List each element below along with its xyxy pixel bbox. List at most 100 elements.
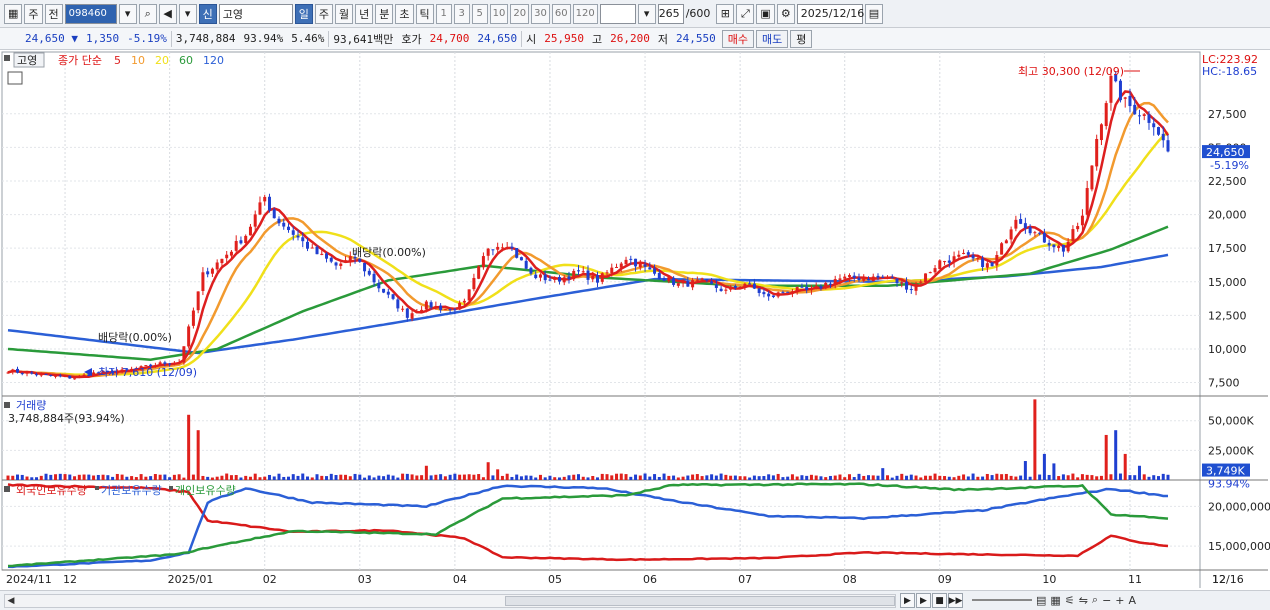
volume-bar bbox=[1066, 475, 1070, 480]
volume-bar bbox=[96, 474, 100, 480]
layout-icon[interactable]: ▤ bbox=[1036, 594, 1046, 607]
candle-body bbox=[866, 279, 870, 281]
stop-icon[interactable]: ■ bbox=[932, 593, 947, 608]
zoom-slider[interactable] bbox=[972, 599, 1032, 601]
sell-button[interactable]: 매도 bbox=[755, 29, 789, 48]
volume-bar bbox=[1109, 474, 1113, 480]
period-select[interactable]: 주 bbox=[24, 3, 43, 24]
minute-option-20[interactable]: 20 bbox=[510, 3, 530, 24]
candle-body bbox=[424, 301, 428, 310]
candle-body bbox=[847, 275, 851, 277]
date-field[interactable]: 2025/12/16 bbox=[796, 3, 864, 24]
candle-body bbox=[653, 268, 657, 274]
chart-type-icon[interactable]: ▦ bbox=[4, 3, 23, 24]
volume-bar bbox=[852, 477, 856, 480]
tab-second[interactable]: 초 bbox=[395, 3, 414, 24]
prev-button[interactable]: 전 bbox=[44, 3, 63, 24]
search-zoom-icon[interactable]: ⌕ bbox=[1092, 593, 1098, 607]
candle-body bbox=[20, 373, 24, 375]
search-icon[interactable]: ⌕ bbox=[138, 3, 157, 24]
code-dropdown-icon[interactable]: ▾ bbox=[118, 3, 137, 24]
volume-bar bbox=[510, 476, 514, 480]
candle-body bbox=[529, 267, 533, 274]
volume-bar bbox=[505, 473, 509, 480]
volume-bar bbox=[1099, 475, 1103, 480]
volume-bar bbox=[149, 476, 153, 480]
save-icon[interactable]: ▣ bbox=[756, 3, 775, 24]
volume-bar bbox=[943, 476, 947, 480]
volume-bar bbox=[39, 475, 43, 480]
volume-bar bbox=[781, 477, 785, 480]
candle-body bbox=[1000, 243, 1004, 255]
candle-body bbox=[1066, 241, 1070, 252]
calendar-icon[interactable]: ▤ bbox=[864, 3, 884, 24]
speaker-icon[interactable]: ◀ bbox=[158, 3, 177, 24]
minute-option-1[interactable]: 1 bbox=[435, 3, 452, 24]
zoom-out-icon[interactable]: − bbox=[1102, 594, 1111, 607]
next-icon[interactable]: ▶ bbox=[916, 593, 931, 608]
candle-body bbox=[263, 196, 267, 202]
x-tick-label: 08 bbox=[843, 573, 857, 586]
candle-body bbox=[258, 202, 262, 215]
minute-option-30[interactable]: 30 bbox=[531, 3, 550, 24]
tab-tick[interactable]: 틱 bbox=[415, 3, 434, 24]
candle-body bbox=[267, 196, 271, 211]
volume-bar bbox=[310, 477, 314, 480]
minute-option-5[interactable]: 5 bbox=[471, 3, 488, 24]
volume-bar bbox=[386, 474, 390, 480]
zoom-in-icon[interactable]: + bbox=[1115, 594, 1124, 607]
candle-body bbox=[191, 310, 195, 326]
candle-body bbox=[962, 252, 966, 254]
custom-interval-field[interactable] bbox=[599, 3, 636, 24]
stock-chart[interactable]: 2024/11 12 2025/01 02 03 04 05 06 07 08 09 10 11 1212… bbox=[0, 50, 1270, 590]
volume-bar bbox=[576, 474, 580, 480]
volume-bar bbox=[1156, 476, 1160, 480]
chevron-down-icon[interactable]: ▾ bbox=[178, 3, 197, 24]
scroll-left-icon[interactable]: ◀ bbox=[5, 595, 17, 607]
volume-bar bbox=[348, 476, 352, 480]
candle-body bbox=[301, 237, 305, 242]
font-size-icon[interactable]: A bbox=[1129, 594, 1137, 607]
draw-tool-icon[interactable]: ⤢ bbox=[736, 3, 755, 24]
fast-forward-icon[interactable]: ▶▶ bbox=[948, 593, 963, 608]
x-tick-label: 07 bbox=[738, 573, 752, 586]
candle-body bbox=[291, 230, 295, 235]
stock-name-field[interactable]: 고영 bbox=[218, 3, 293, 24]
volume-bar bbox=[263, 476, 267, 480]
minute-option-3[interactable]: 3 bbox=[453, 3, 470, 24]
tab-year[interactable]: 년 bbox=[355, 3, 374, 24]
tab-day[interactable]: 일 bbox=[294, 3, 313, 24]
indicator-icon[interactable]: ⚟ bbox=[1065, 594, 1075, 607]
candle-body bbox=[557, 276, 561, 282]
buy-button[interactable]: 매수 bbox=[721, 29, 754, 48]
compare-icon[interactable]: ⇋ bbox=[1079, 594, 1088, 607]
candle-body bbox=[25, 372, 29, 374]
interval-dropdown-icon[interactable]: ▾ bbox=[637, 3, 656, 24]
candle-body bbox=[724, 289, 728, 291]
volume-bar bbox=[538, 474, 542, 480]
candle-settings-icon[interactable]: ⊞ bbox=[716, 3, 735, 24]
horizontal-scrollbar[interactable]: ◀ bbox=[4, 594, 896, 608]
stock-code-input[interactable]: 098460 bbox=[64, 3, 117, 24]
candle-body bbox=[467, 289, 471, 301]
volume-bar bbox=[229, 475, 233, 480]
candle-body bbox=[196, 291, 200, 311]
minute-option-10[interactable]: 10 bbox=[489, 3, 509, 24]
candle-body bbox=[44, 374, 48, 376]
tab-month[interactable]: 월 bbox=[335, 3, 354, 24]
candle-body bbox=[325, 253, 329, 259]
minute-option-60[interactable]: 60 bbox=[551, 3, 571, 24]
play-icon[interactable]: ▶ bbox=[900, 593, 915, 608]
count-field[interactable]: 265 bbox=[657, 3, 684, 24]
gear-icon[interactable]: ⚙ bbox=[776, 3, 795, 24]
grid-icon[interactable]: ▦ bbox=[1050, 594, 1060, 607]
tab-week[interactable]: 주 bbox=[314, 3, 334, 24]
scroll-thumb[interactable] bbox=[505, 596, 895, 606]
average-button[interactable]: 평 bbox=[790, 29, 813, 48]
volume-bar bbox=[420, 475, 424, 480]
minute-option-120[interactable]: 120 bbox=[572, 3, 598, 24]
volume-bar bbox=[410, 474, 414, 480]
candle-body bbox=[648, 267, 652, 270]
candle-body bbox=[210, 268, 214, 274]
tab-minute[interactable]: 분 bbox=[375, 3, 394, 24]
